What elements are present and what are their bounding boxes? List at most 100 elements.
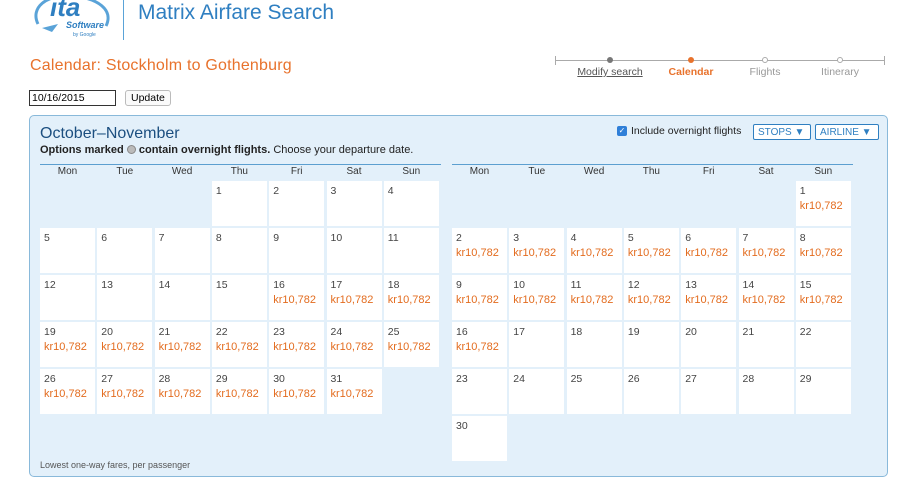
day-cell[interactable]: 4 kr10,782 [566, 228, 622, 273]
weekday-label: Sun [402, 166, 421, 177]
fare-price-link[interactable]: kr10,782 [101, 388, 144, 400]
fare-price-link[interactable]: kr10,782 [101, 341, 144, 353]
fare-price-link[interactable]: kr10,782 [159, 388, 202, 400]
day-cell[interactable]: 12 kr10,782 [623, 275, 679, 320]
weekday-header: Mon Tue Wed Thu Fri Sat Sun [40, 164, 441, 178]
day-number: 27 [101, 373, 113, 385]
day-number: 17 [330, 279, 343, 291]
overnight-toggle[interactable]: ✓ Include overnight flights [617, 125, 741, 137]
note-prefix: Options marked [40, 144, 124, 156]
fare-price-link[interactable]: kr10,782 [628, 294, 671, 306]
day-cell[interactable]: 17 kr10,782 [326, 275, 382, 320]
fare-price-link[interactable]: kr10,782 [44, 388, 87, 400]
empty-day-cell [384, 369, 439, 414]
weekday-header: Mon Tue Wed Thu Fri Sat Sun [452, 164, 853, 178]
day-cell[interactable]: 27 kr10,782 [97, 369, 153, 414]
day-cell[interactable]: 9 kr10,782 [452, 275, 507, 320]
day-cell[interactable]: 23 kr10,782 [269, 322, 325, 367]
day-number: 16 [456, 326, 468, 338]
fare-price-link[interactable]: kr10,782 [331, 294, 374, 306]
day-cell[interactable]: 15 kr10,782 [795, 275, 851, 320]
fare-price-link[interactable]: kr10,782 [388, 294, 431, 306]
fare-price-link[interactable]: kr10,782 [273, 388, 316, 400]
empty-day-cell [509, 181, 564, 226]
weekday-label: Fri [290, 166, 303, 177]
fare-price-link[interactable]: kr10,782 [800, 294, 843, 306]
day-cell[interactable]: 1 kr10,782 [795, 181, 851, 226]
airline-dropdown[interactable]: AIRLINE ▼ [815, 124, 879, 140]
fare-price-link[interactable]: kr10,782 [685, 247, 728, 259]
fare-price-link[interactable]: kr10,782 [628, 247, 671, 259]
day-cell: 11 [383, 228, 439, 273]
day-cell[interactable]: 16 kr10,782 [452, 322, 507, 367]
weekday-label: Tue [528, 166, 546, 177]
fare-price-link[interactable]: kr10,782 [388, 341, 431, 353]
checkbox-checked-icon[interactable]: ✓ [617, 126, 627, 136]
empty-day-cell [739, 181, 794, 226]
fare-price-link[interactable]: kr10,782 [331, 388, 374, 400]
day-cell[interactable]: 30 kr10,782 [269, 369, 325, 414]
day-cell[interactable]: 10 kr10,782 [509, 275, 565, 320]
day-number: 23 [456, 373, 468, 385]
day-cell[interactable]: 24 kr10,782 [326, 322, 382, 367]
fare-price-link[interactable]: kr10,782 [456, 247, 499, 259]
logo-by-text: by Google [73, 32, 96, 38]
day-cell[interactable]: 19 kr10,782 [40, 322, 95, 367]
day-cell[interactable]: 16 kr10,782 [269, 275, 325, 320]
fare-price-link[interactable]: kr10,782 [331, 341, 374, 353]
fare-price-link[interactable]: kr10,782 [800, 200, 843, 212]
day-cell[interactable]: 28 kr10,782 [154, 369, 210, 414]
day-cell[interactable]: 11 kr10,782 [566, 275, 622, 320]
day-number: 15 [215, 279, 228, 291]
day-cell[interactable]: 22 kr10,782 [211, 322, 267, 367]
weekday-label: Fri [702, 166, 715, 177]
fare-price-link[interactable]: kr10,782 [159, 341, 202, 353]
weekday-label: Wed [583, 166, 605, 177]
fare-price-link[interactable]: kr10,782 [743, 247, 786, 259]
fare-price-link[interactable]: kr10,782 [456, 341, 499, 353]
day-cell[interactable]: 14 kr10,782 [738, 275, 794, 320]
fare-price-link[interactable]: kr10,782 [216, 341, 259, 353]
weekday-label: Tue [116, 166, 134, 177]
stops-dropdown[interactable]: STOPS ▼ [753, 124, 811, 140]
day-cell: 24 [509, 369, 565, 414]
fare-price-link[interactable]: kr10,782 [685, 294, 728, 306]
fare-price-link[interactable]: kr10,782 [743, 294, 786, 306]
day-cell[interactable]: 6 kr10,782 [681, 228, 737, 273]
day-number: 21 [742, 326, 755, 338]
fare-price-link[interactable]: kr10,782 [571, 294, 614, 306]
fare-price-link[interactable]: kr10,782 [44, 341, 87, 353]
fare-price-link[interactable]: kr10,782 [216, 388, 259, 400]
day-cell[interactable]: 8 kr10,782 [795, 228, 851, 273]
fare-price-link[interactable]: kr10,782 [571, 247, 614, 259]
day-cell[interactable]: 26 kr10,782 [40, 369, 95, 414]
day-cell[interactable]: 5 kr10,782 [623, 228, 679, 273]
day-cell[interactable]: 7 kr10,782 [738, 228, 794, 273]
day-cell[interactable]: 3 kr10,782 [509, 228, 565, 273]
day-cell[interactable]: 2 kr10,782 [452, 228, 507, 273]
step-modify-search[interactable]: Modify search [573, 56, 647, 78]
day-cell: 25 [566, 369, 622, 414]
fare-price-link[interactable]: kr10,782 [273, 341, 316, 353]
step-label[interactable]: Modify search [573, 66, 647, 78]
day-cell[interactable]: 29 kr10,782 [211, 369, 267, 414]
weekday-label: Wed [171, 166, 193, 177]
date-input[interactable] [29, 90, 116, 106]
fare-price-link[interactable]: kr10,782 [513, 247, 556, 259]
fare-price-link[interactable]: kr10,782 [800, 247, 843, 259]
fare-price-link[interactable]: kr10,782 [513, 294, 556, 306]
fare-price-link[interactable]: kr10,782 [456, 294, 499, 306]
step-flights: Flights [743, 56, 787, 78]
day-number: 8 [799, 232, 806, 244]
fare-price-link[interactable]: kr10,782 [273, 294, 316, 306]
day-cell[interactable]: 25 kr10,782 [383, 322, 439, 367]
day-number: 12 [627, 279, 640, 291]
update-button[interactable]: Update [125, 90, 171, 106]
day-cell[interactable]: 31 kr10,782 [326, 369, 382, 414]
day-number: 11 [570, 279, 582, 291]
day-cell[interactable]: 18 kr10,782 [383, 275, 439, 320]
day-cell: 28 [738, 369, 794, 414]
day-cell[interactable]: 13 kr10,782 [681, 275, 737, 320]
day-cell[interactable]: 21 kr10,782 [154, 322, 210, 367]
day-cell[interactable]: 20 kr10,782 [97, 322, 153, 367]
